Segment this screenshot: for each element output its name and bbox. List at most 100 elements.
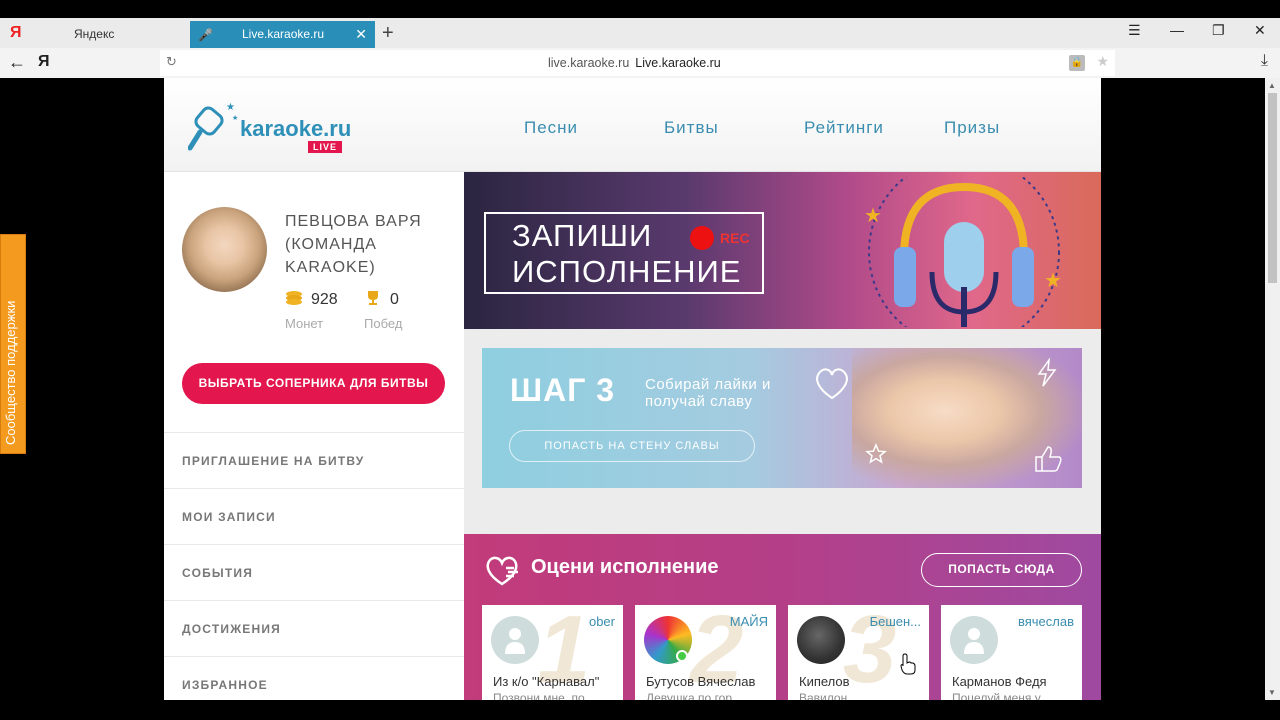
page-scrollbar[interactable]: ▲ ▼ [1265, 78, 1280, 700]
wins-stat: 0 [364, 290, 399, 309]
coins-label: Монет [285, 316, 324, 331]
card-artist: Кипелов [799, 674, 850, 689]
bookmark-star-icon[interactable]: ★ [1096, 53, 1109, 70]
new-tab-button[interactable]: + [382, 20, 394, 46]
tab-yandex[interactable]: Яндекс [30, 21, 185, 48]
step-title: ШАГ 3 [510, 372, 616, 408]
coins-stat: 928 [285, 290, 338, 309]
performance-card[interactable]: 2 МАЙЯ Бутусов Вячеслав Девушка по гор..… [635, 605, 776, 700]
step-3-banner: ШАГ 3 Собирай лайки и получай славу ПОПА… [482, 348, 1082, 488]
profile-sidebar: ПЕВЦОВА ВАРЯ (КОМАНДА KARAOKE) 928 Монет… [164, 172, 464, 700]
trophy-icon [368, 291, 378, 305]
nav-songs[interactable]: Песни [524, 118, 664, 138]
rec-label: REC [720, 230, 750, 246]
svg-text:★: ★ [232, 114, 238, 122]
avatar[interactable] [182, 207, 267, 292]
card-song: Девушка по гор... [646, 691, 743, 700]
card-artist: Карманов Федя [952, 674, 1047, 689]
default-user-icon [964, 628, 984, 654]
menu-item-invitation[interactable]: ПРИГЛАШЕНИЕ НА БИТВУ [164, 432, 464, 488]
nav-prizes[interactable]: Призы [944, 118, 1084, 138]
support-community-tab[interactable]: Сообщество поддержки [0, 234, 26, 454]
wall-of-fame-button[interactable]: ПОПАСТЬ НА СТЕНУ СЛАВЫ [509, 430, 755, 462]
user-avatar [797, 616, 845, 664]
svg-text:★: ★ [226, 102, 235, 113]
card-username[interactable]: ober [589, 614, 615, 629]
logo-text: karaoke.ru [240, 116, 352, 141]
svg-text:★: ★ [1044, 270, 1062, 292]
card-username[interactable]: МАЙЯ [730, 614, 768, 629]
microphone-logo-icon: ★ ★ [187, 102, 238, 151]
performance-card[interactable]: вячеслав Карманов Федя Поцелуй меня у... [941, 605, 1082, 700]
heart-icon [816, 368, 848, 400]
address-bar: ← Я ↻ live.karaoke.ru Live.karaoke.ru 🔒 ★… [0, 48, 1280, 78]
site-logo[interactable]: ★ ★ karaoke.ru LIVE [187, 98, 358, 156]
hero-line-1: ЗАПИШИ [512, 218, 653, 253]
browser-tabbar: Я Яндекс 🎤 Live.karaoke.ru ✕ + ☰ — ❐ ✕ [0, 18, 1280, 48]
wins-value: 0 [390, 291, 399, 308]
web-page: ★ ★ karaoke.ru LIVE Песни Битвы Рейтинги… [164, 78, 1101, 700]
microphone-icon: ★ ★ ★ [864, 177, 1062, 327]
rec-dot-icon [690, 226, 714, 250]
download-icon[interactable]: ⤓ [1261, 52, 1268, 70]
close-tab-icon[interactable]: ✕ [355, 21, 367, 48]
hand-cursor-icon [900, 653, 916, 675]
support-label: Сообщество поддержки [3, 300, 18, 445]
card-song: Поцелуй меня у... [952, 691, 1050, 700]
choose-opponent-button[interactable]: ВЫБРАТЬ СОПЕРНИКА ДЛЯ БИТВЫ [182, 363, 445, 404]
profile-name[interactable]: ПЕВЦОВА ВАРЯ (КОМАНДА KARAOKE) [285, 210, 455, 279]
back-arrow-icon[interactable]: ← [8, 52, 26, 73]
wins-label: Побед [364, 316, 403, 331]
hero-line-2: ИСПОЛНЕНИЕ [512, 254, 742, 289]
star-outline-icon [865, 443, 887, 464]
coins-value: 928 [311, 291, 338, 308]
url-field[interactable]: ↻ live.karaoke.ru Live.karaoke.ru 🔒 ★ [160, 50, 1115, 76]
card-username[interactable]: вячеслав [1018, 614, 1074, 629]
scroll-down-icon[interactable]: ▼ [1268, 688, 1276, 697]
rate-title: Оцени исполнение [531, 556, 719, 578]
yandex-logo[interactable]: Я [10, 24, 22, 42]
svg-text:★: ★ [864, 205, 882, 227]
record-banner[interactable]: ЗАПИШИ REC ИСПОЛНЕНИЕ ★ ★ ★ [464, 172, 1101, 329]
scroll-thumb[interactable] [1268, 93, 1277, 283]
scroll-up-icon[interactable]: ▲ [1268, 81, 1276, 90]
record-banner-box: ЗАПИШИ REC ИСПОЛНЕНИЕ [484, 212, 764, 294]
menu-item-favorites[interactable]: ИЗБРАННОЕ [164, 656, 464, 700]
menu-item-events[interactable]: СОБЫТИЯ [164, 544, 464, 600]
main-nav: Песни Битвы Рейтинги Призы [524, 118, 1084, 138]
restore-button[interactable]: ❐ [1212, 22, 1225, 39]
menu-icon[interactable]: ☰ [1128, 22, 1141, 39]
site-header: ★ ★ karaoke.ru LIVE Песни Битвы Рейтинги… [164, 78, 1101, 172]
tab-label: Live.karaoke.ru [242, 27, 325, 41]
heart-rating-icon [486, 556, 518, 586]
lock-icon[interactable]: 🔒 [1069, 55, 1085, 71]
side-menu: ПРИГЛАШЕНИЕ НА БИТВУ МОИ ЗАПИСИ СОБЫТИЯ … [164, 432, 464, 700]
microphone-icon: 🎤 [198, 28, 213, 42]
menu-item-achievements[interactable]: ДОСТИЖЕНИЯ [164, 600, 464, 656]
online-status-icon [676, 650, 688, 662]
close-window-button[interactable]: ✕ [1254, 22, 1266, 39]
performance-card[interactable]: 3 Бешен... Кипелов Вавилон [788, 605, 929, 700]
nav-ratings[interactable]: Рейтинги [804, 118, 944, 138]
card-username[interactable]: Бешен... [870, 614, 921, 629]
coins-icon [286, 291, 302, 305]
nav-battles[interactable]: Битвы [664, 118, 804, 138]
thumbs-up-icon [1035, 446, 1062, 472]
minimize-button[interactable]: — [1170, 22, 1184, 38]
rate-performance-section: Оцени исполнение ПОПАСТЬ СЮДА 1 ober Из … [464, 534, 1101, 700]
default-user-icon [505, 628, 525, 654]
card-artist: Бутусов Вячеслав [646, 674, 756, 689]
url-text: live.karaoke.ru Live.karaoke.ru [548, 56, 721, 70]
main-content: ЗАПИШИ REC ИСПОЛНЕНИЕ ★ ★ ★ ШАГ 3 Соб [464, 172, 1101, 700]
tab-karaoke[interactable]: 🎤 Live.karaoke.ru ✕ [190, 21, 375, 48]
card-song: Позвони мне, по... [493, 691, 595, 700]
reload-icon[interactable]: ↻ [166, 54, 177, 70]
yandex-home-icon[interactable]: Я [38, 53, 50, 71]
lightning-icon [1037, 358, 1057, 387]
step-subtitle: Собирай лайки и получай славу [645, 376, 771, 410]
get-here-button[interactable]: ПОПАСТЬ СЮДА [921, 553, 1082, 587]
card-song: Вавилон [799, 691, 848, 700]
logo-live-badge: LIVE [308, 141, 343, 153]
performance-card[interactable]: 1 ober Из к/о "Карнавал" Позвони мне, по… [482, 605, 623, 700]
menu-item-my-records[interactable]: МОИ ЗАПИСИ [164, 488, 464, 544]
